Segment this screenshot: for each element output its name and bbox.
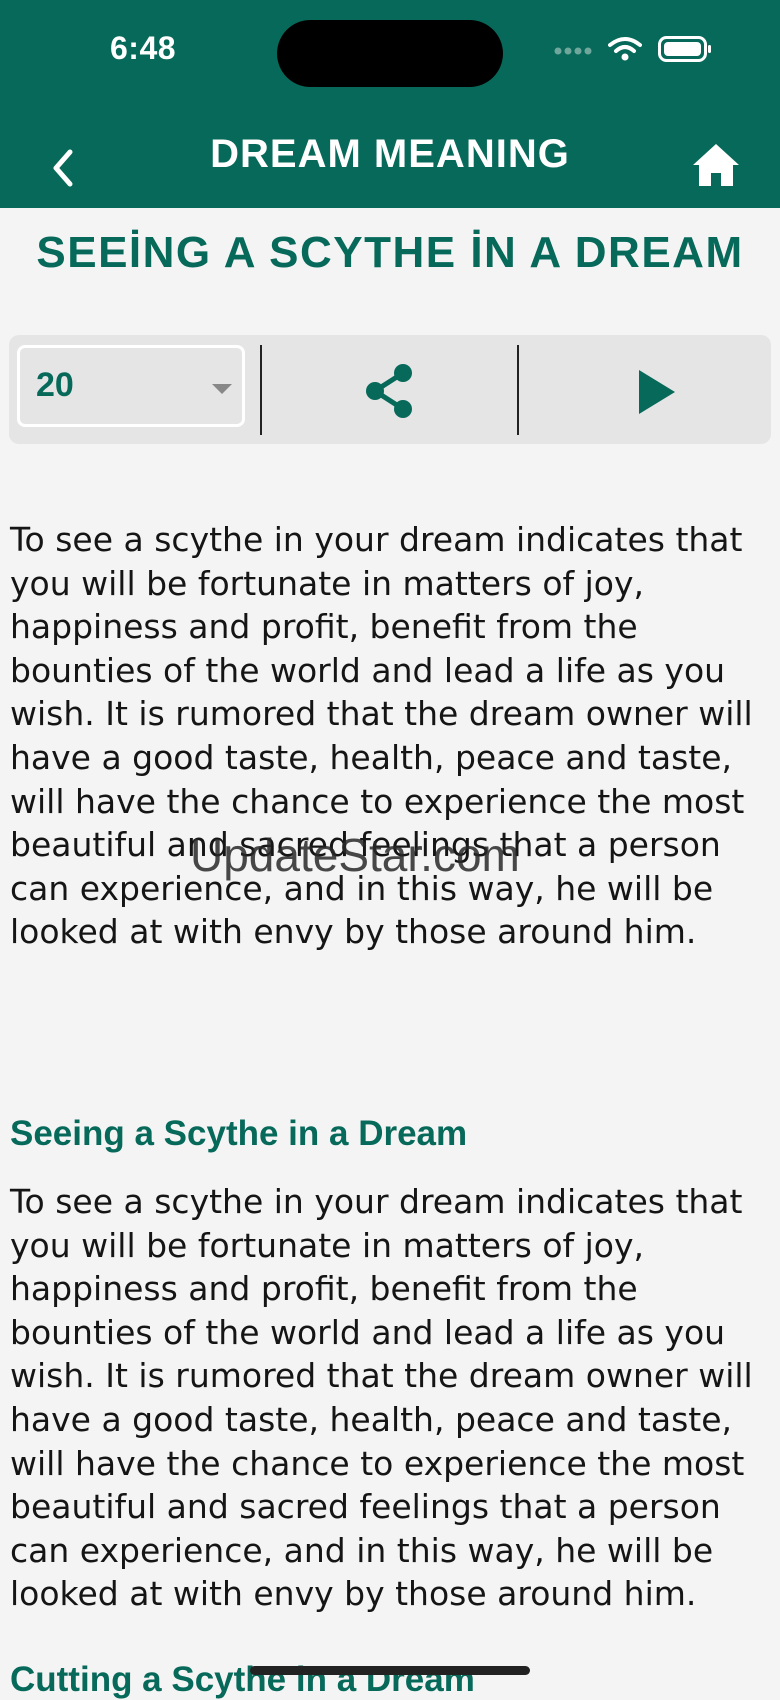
section-paragraph: To see a scythe in your dream indicates … [10,1182,753,1614]
nav-title: DREAM MEANING [210,132,570,176]
home-icon [693,144,739,186]
intro-paragraph: To see a scythe in your dream indicates … [10,520,753,952]
font-size-dropdown[interactable]: 20 [17,345,245,427]
cellular-signal-icon [554,47,592,55]
toolbar: 20 [9,335,771,444]
dropdown-value: 20 [36,366,74,404]
toolbar-divider [260,345,262,435]
toolbar-divider [517,345,519,435]
status-time: 6:48 [110,30,177,66]
battery-icon [658,36,711,62]
wifi-icon [608,37,642,61]
share-button[interactable] [359,361,419,421]
caret-down-icon [212,384,232,394]
dynamic-island [277,20,503,87]
home-indicator [250,1666,530,1675]
status-icons [554,36,712,62]
home-button[interactable] [690,140,742,190]
page-title: SEEİNG A SCYTHE İN A DREAM [36,228,744,277]
app-header: 6:48 DREAM MEANING [0,0,780,208]
play-button[interactable] [629,367,681,417]
play-icon [639,370,675,414]
section-heading: Seeing a Scythe in a Dream [10,1114,468,1153]
share-icon [366,364,412,418]
